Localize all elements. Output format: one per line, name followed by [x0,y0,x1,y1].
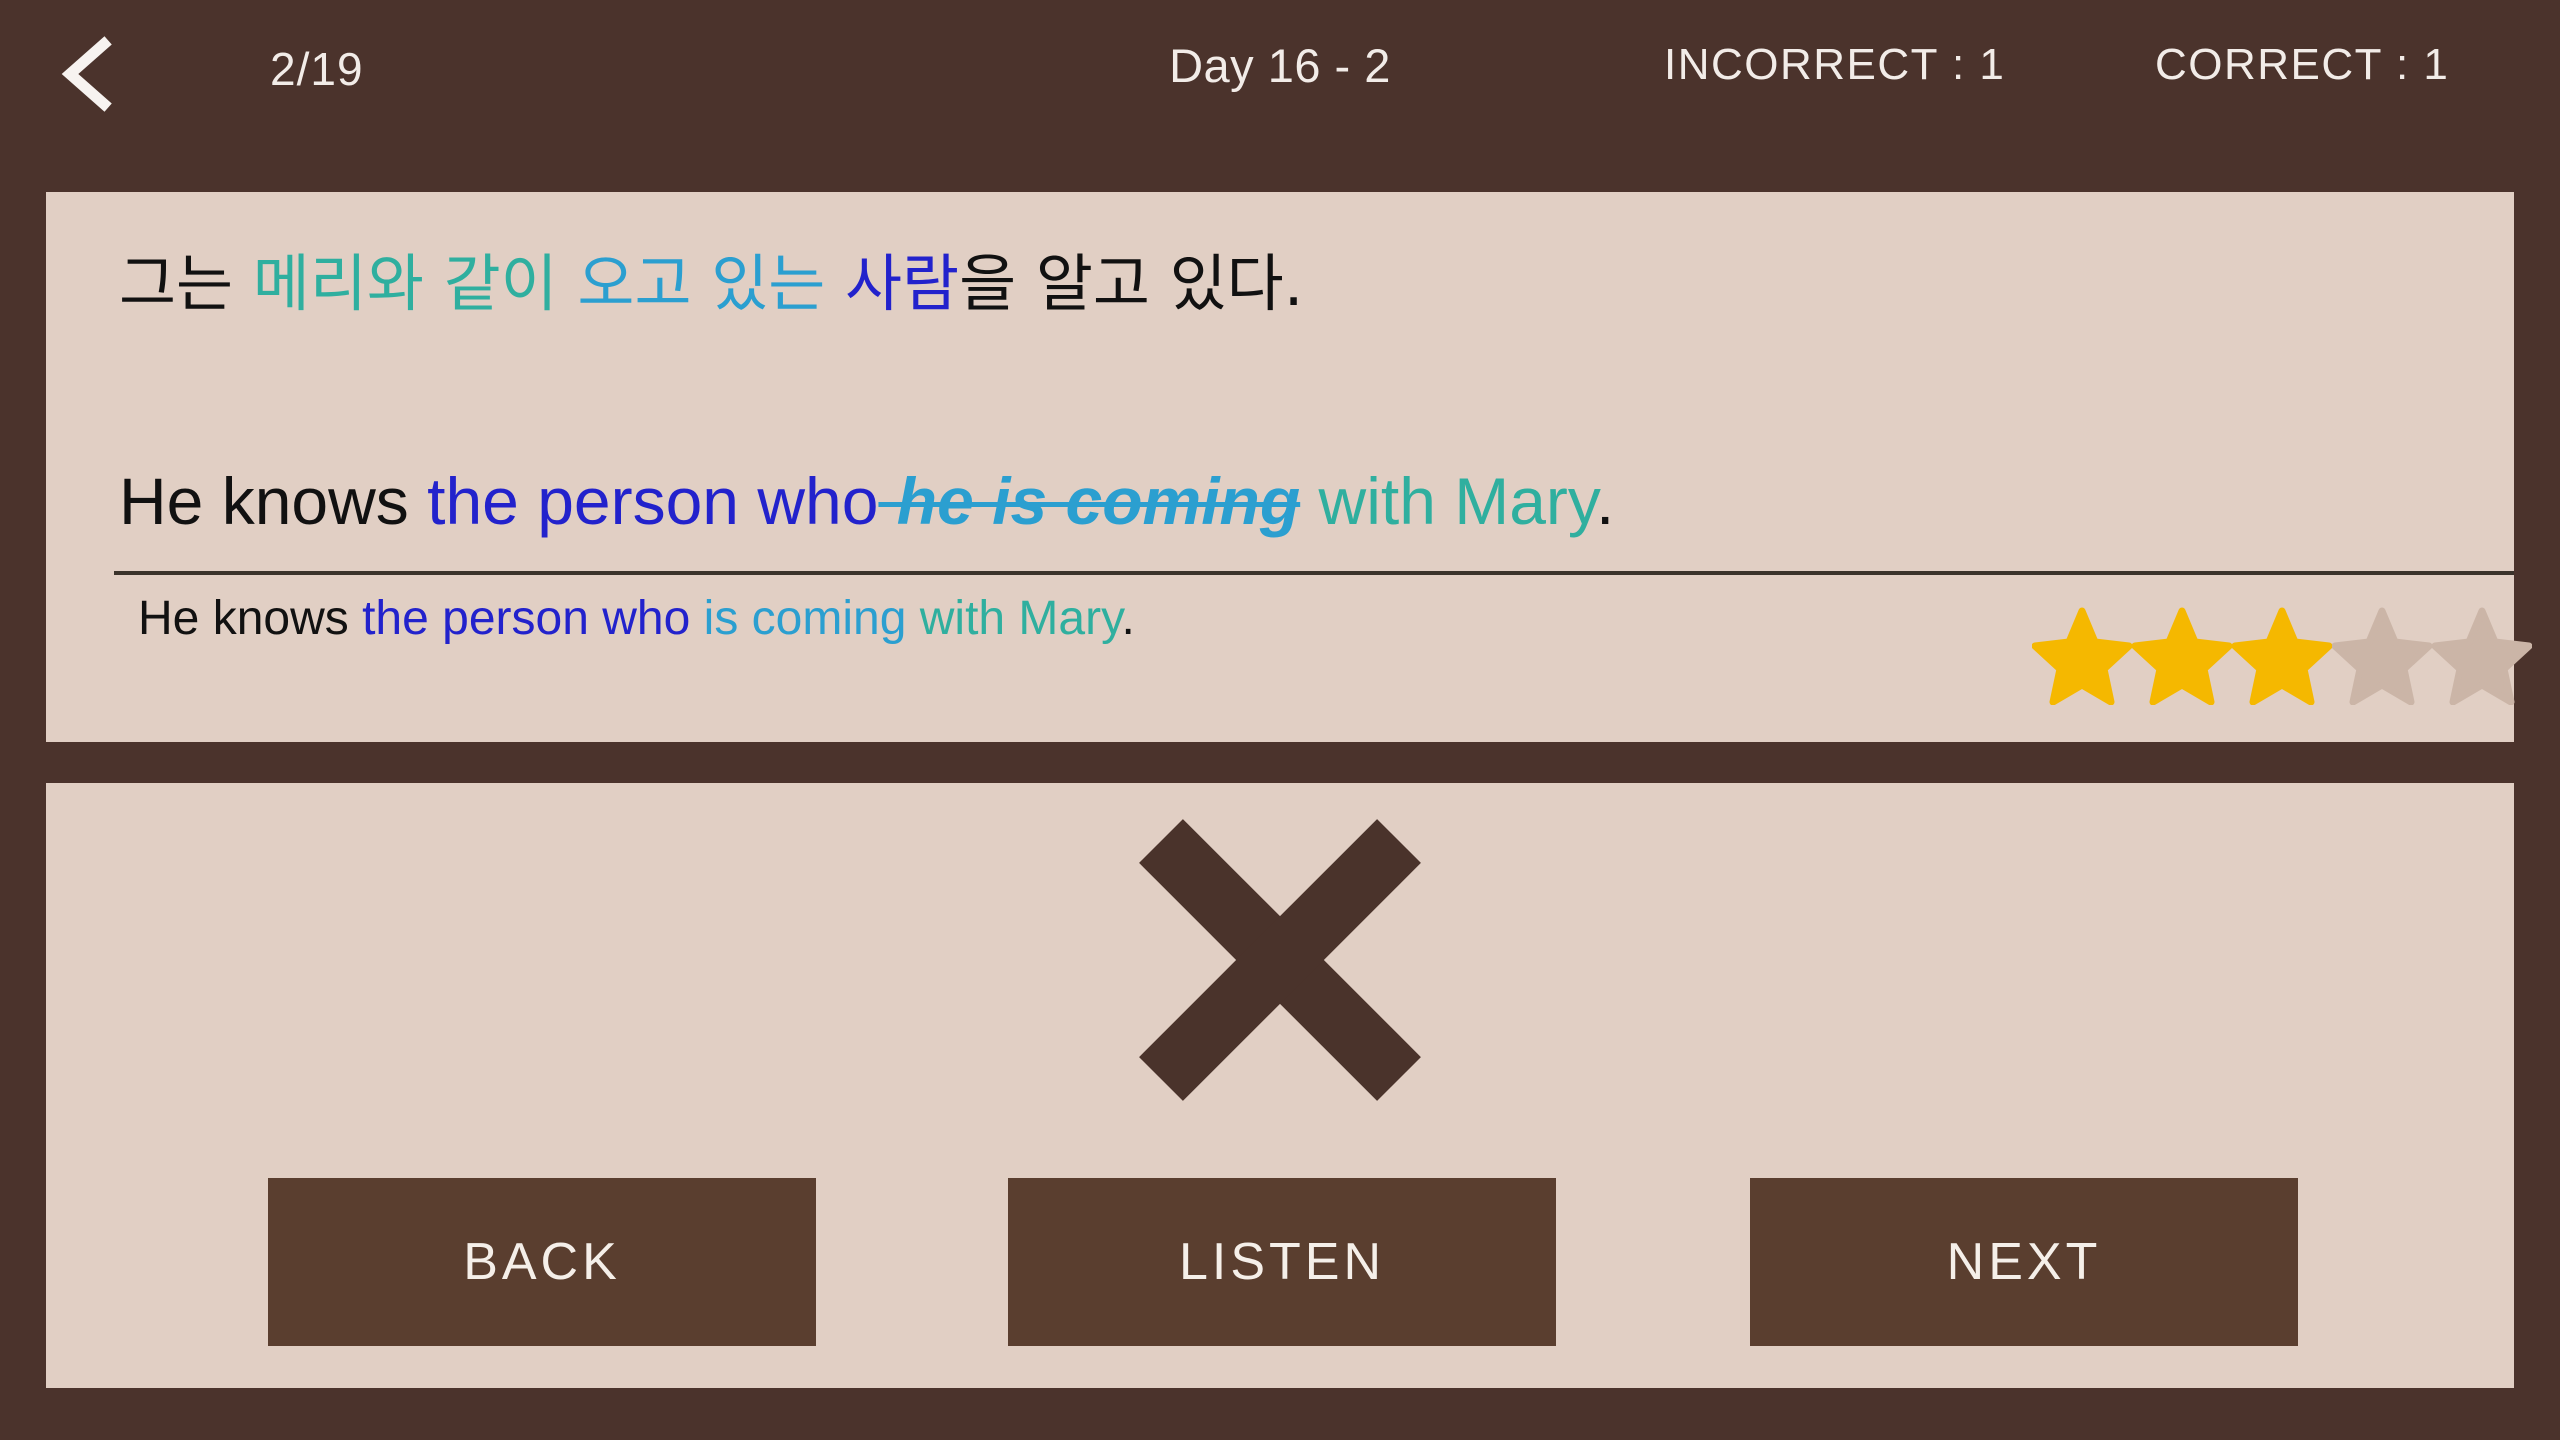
correct-answer-segment-2: is coming [703,592,920,645]
listen-button-label: LISTEN [1178,1233,1386,1291]
action-button-row: BACK LISTEN NEXT [46,1178,2514,1346]
back-nav-button[interactable]: BACK [268,1178,816,1346]
korean-segment-0: 그는 [119,247,253,320]
correct-count: CORRECT : 1 [2155,40,2450,89]
star-empty-icon[interactable] [2331,605,2433,710]
user-answer-segment-3: with Mary [1300,464,1596,538]
header-bar: 2/19 Day 16 - 2 INCORRECT : 1 CORRECT : … [0,0,2560,148]
korean-segment-2: 오고 있는 [577,247,845,320]
star-filled-icon[interactable] [2131,605,2233,710]
answer-divider [114,571,2514,575]
user-answer-segment-0: He knows [119,464,428,538]
correct-answer-text: He knows the person who is coming with M… [138,590,1135,648]
korean-segment-1: 메리와 같이 [252,247,578,320]
listen-button[interactable]: LISTEN [1008,1178,1556,1346]
correct-answer-segment-4: . [1121,592,1135,645]
user-answer-segment-2: he is coming [878,464,1301,538]
korean-segment-3: 사람 [845,247,960,320]
user-answer-segment-1: the person who [427,464,879,538]
user-answer-segment-4: . [1596,464,1615,538]
correct-answer-segment-0: He knows [138,592,363,645]
result-panel: BACK LISTEN NEXT [46,783,2514,1388]
incorrect-cross-icon [1125,805,1435,1115]
korean-segment-4: 을 알고 있다. [959,247,1304,320]
star-rating[interactable] [2031,605,2533,710]
user-answer-text: He knows the person who he is coming wit… [119,462,1614,541]
incorrect-count: INCORRECT : 1 [1664,40,2006,89]
next-button-label: NEXT [1946,1233,2102,1291]
star-empty-icon[interactable] [2431,605,2533,710]
correct-answer-segment-3: with Mary [919,592,1122,645]
korean-prompt-text: 그는 메리와 같이 오고 있는 사람을 알고 있다. [119,247,1303,321]
star-filled-icon[interactable] [2231,605,2333,710]
next-button[interactable]: NEXT [1750,1178,2298,1346]
star-filled-icon[interactable] [2031,605,2133,710]
correct-answer-segment-1: the person who [362,592,704,645]
quiz-screen: 2/19 Day 16 - 2 INCORRECT : 1 CORRECT : … [0,0,2560,1440]
back-nav-button-label: BACK [463,1233,621,1291]
